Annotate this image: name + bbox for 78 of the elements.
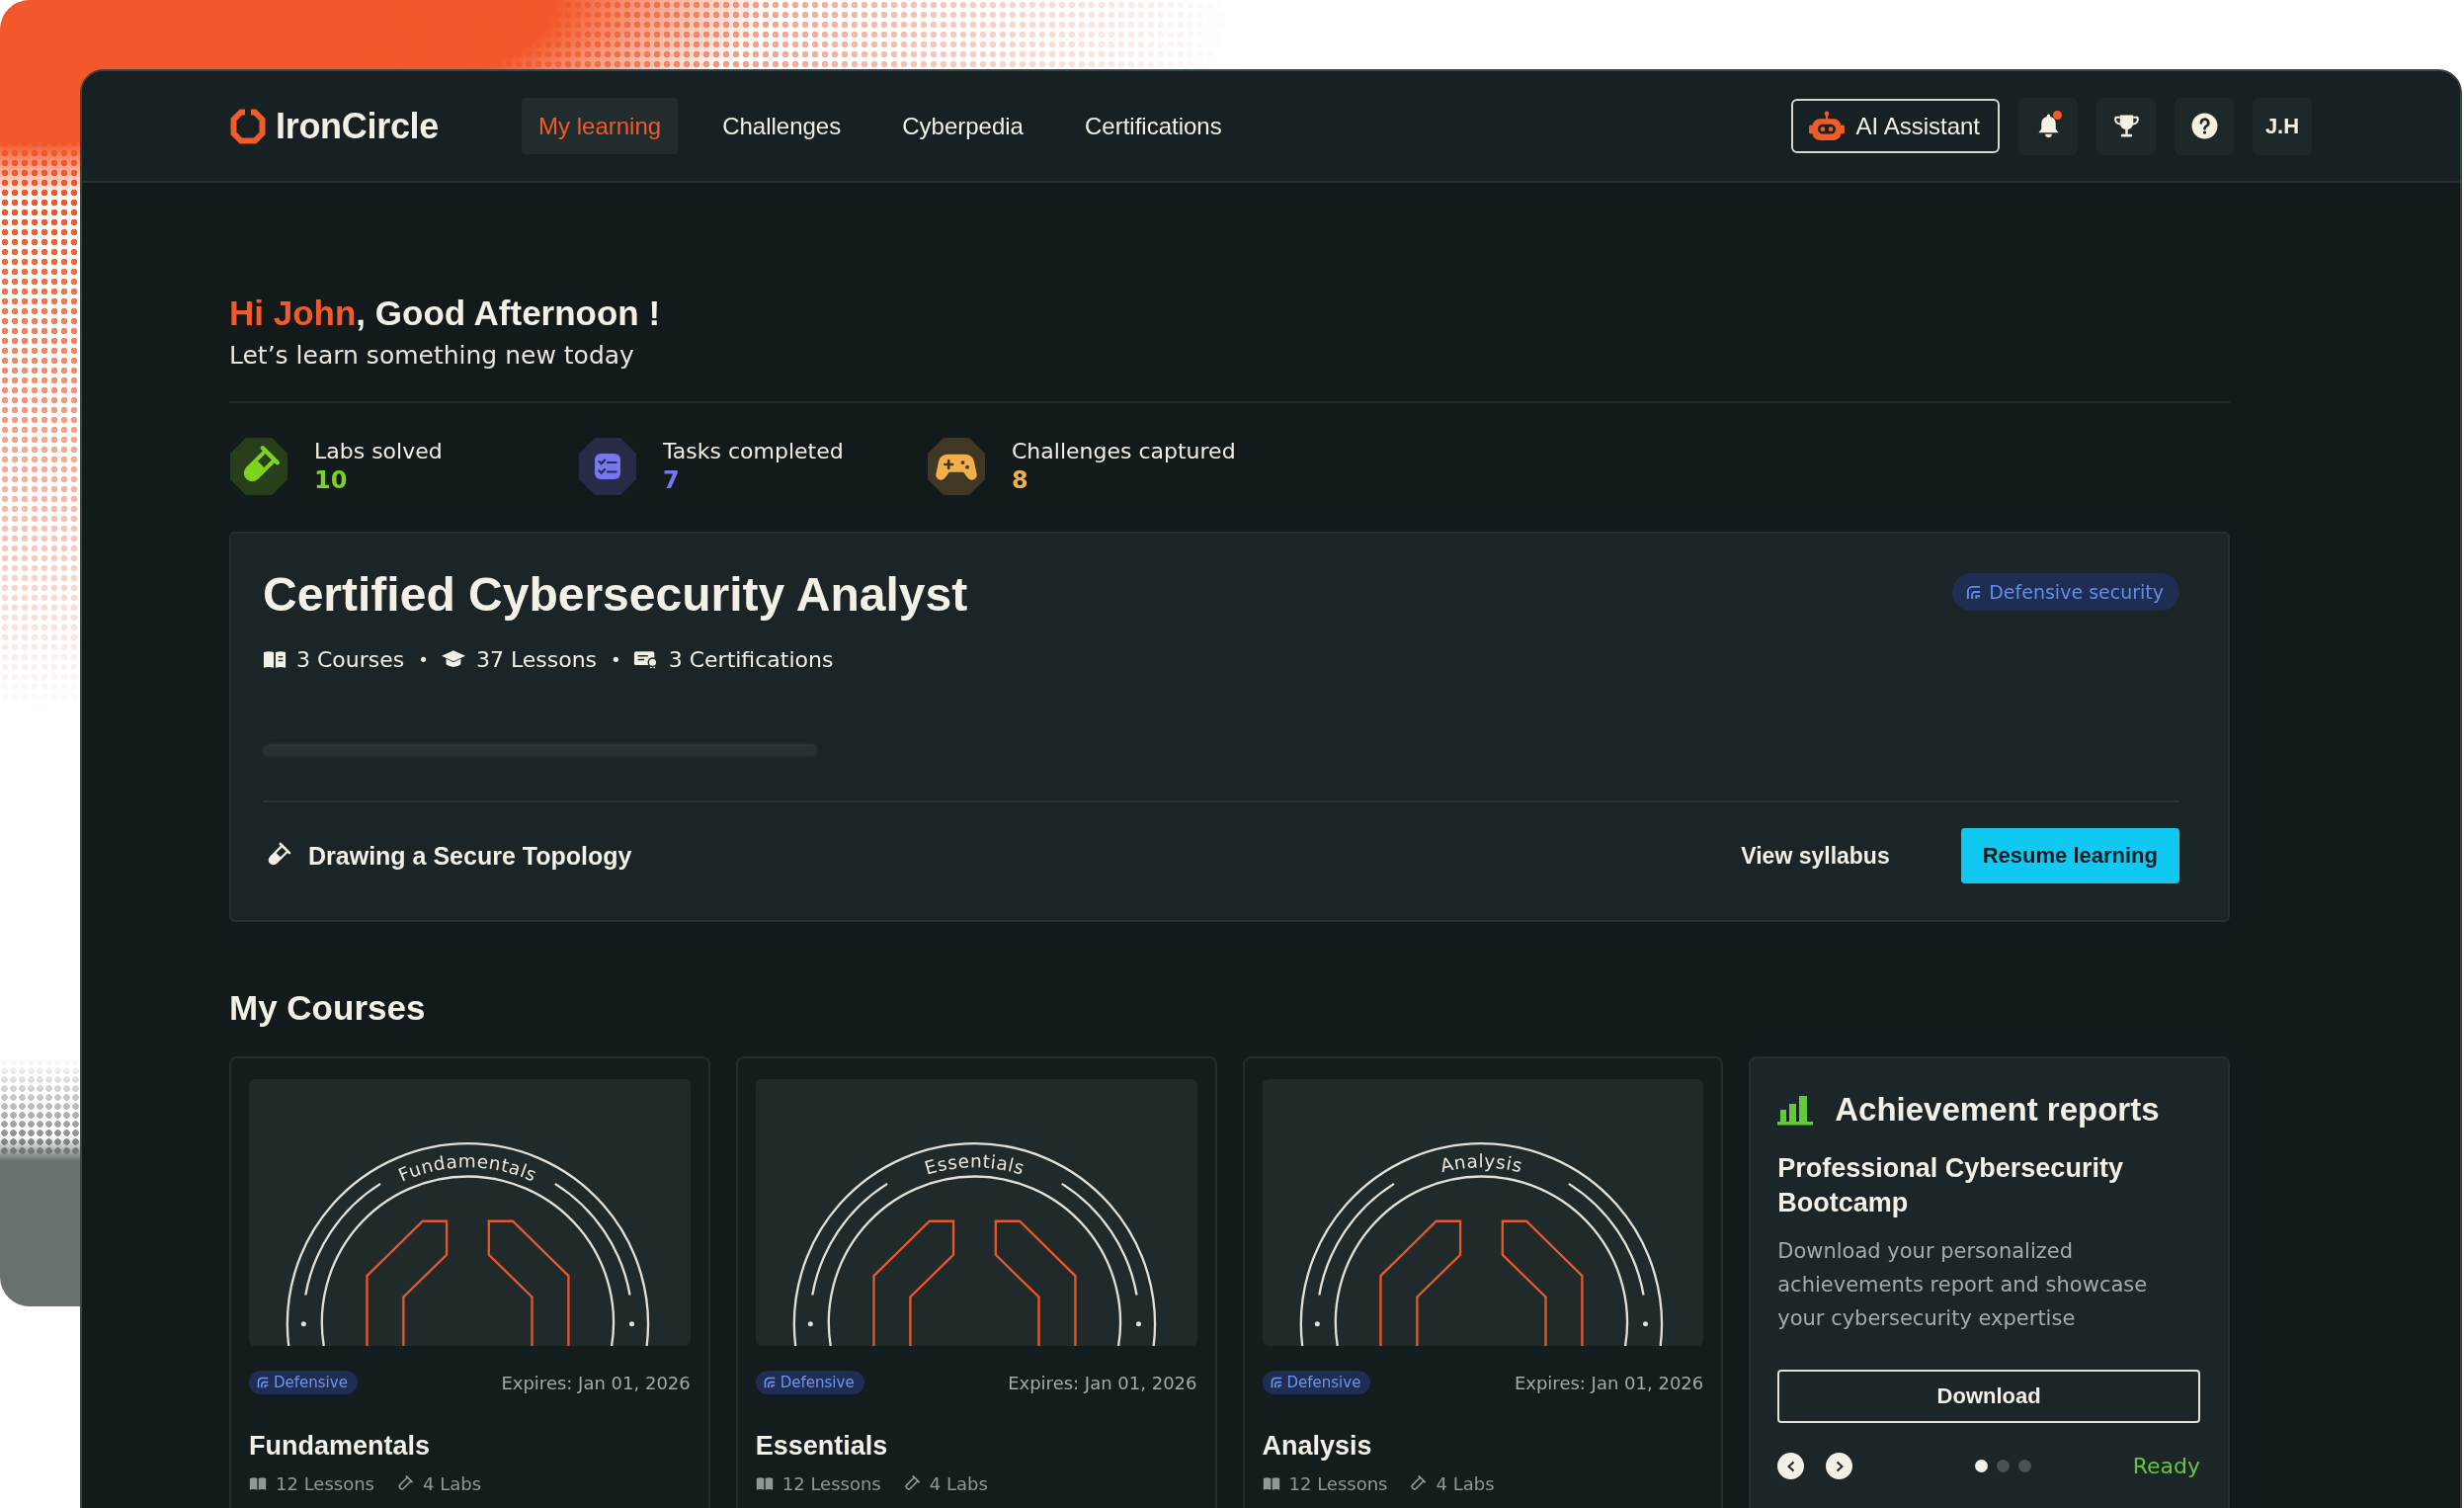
labs-count: 4 Labs: [422, 1472, 481, 1494]
open-book-icon: [263, 648, 287, 670]
course-title: Analysis: [1262, 1430, 1372, 1462]
expiry-date: Expires: Jan 01, 2026: [501, 1372, 691, 1393]
bullet-separator: •: [418, 648, 429, 670]
lessons-count: 12 Lessons: [781, 1472, 881, 1494]
stat-label: Tasks completed: [663, 437, 844, 465]
status-text: Ready: [2132, 1454, 2200, 1478]
meta-text: 37 Lessons: [475, 646, 598, 672]
help-button[interactable]: [2175, 97, 2234, 155]
certification-title: Certified Cybersecurity Analyst: [263, 567, 968, 623]
nav-tab[interactable]: Cyberpedia: [885, 98, 1040, 154]
emblem-label: Analysis: [1437, 1150, 1524, 1177]
nav-tab[interactable]: Challenges: [705, 98, 859, 154]
greeting-subtitle: Let’s learn something new today: [229, 340, 634, 372]
open-book-icon: [755, 1475, 774, 1491]
logo-icon: [229, 107, 267, 145]
labs-count: 4 Labs: [1436, 1472, 1495, 1494]
certificate-icon: [632, 648, 659, 670]
brand-name[interactable]: IronCircle: [276, 105, 440, 147]
download-button[interactable]: Download: [1777, 1370, 2200, 1423]
chevron-left-icon: [1785, 1460, 1796, 1472]
tag-label: Defensive: [1286, 1374, 1361, 1391]
notifications-button[interactable]: [2018, 97, 2078, 155]
course-title: Fundamentals: [249, 1430, 431, 1462]
open-book-icon: [1262, 1475, 1280, 1491]
expiry-date: Expires: Jan 01, 2026: [1008, 1372, 1197, 1393]
emblem-label: Essentials: [922, 1150, 1027, 1179]
tag-label: Defensive: [274, 1374, 348, 1391]
current-lesson-title: Drawing a Secure Topology: [308, 841, 632, 871]
test-tube-icon: [1408, 1473, 1428, 1493]
arc-icon: [1270, 1377, 1282, 1388]
stat-label: Labs solved: [314, 437, 443, 465]
lessons-count: 12 Lessons: [276, 1472, 374, 1494]
course-title: Essentials: [755, 1430, 888, 1462]
stat-value: 8: [1012, 464, 1028, 496]
achievements-button[interactable]: [2096, 97, 2156, 155]
nav-tab[interactable]: My learning: [522, 98, 679, 154]
chevron-right-icon: [1834, 1460, 1845, 1472]
resume-learning-button[interactable]: Resume learning: [1960, 828, 2179, 883]
report-description: Download your personalized achievements report and showcase your cybersecurity expertise: [1777, 1238, 2149, 1332]
graduation-cap-icon: [440, 648, 466, 670]
tag-label: Defensive security: [1989, 581, 2164, 603]
meta-text: 3 Certifications: [668, 646, 834, 672]
next-button[interactable]: [1826, 1453, 1853, 1479]
section-heading: My Courses: [229, 988, 426, 1028]
stat-value: 10: [314, 464, 348, 496]
bar-chart-icon: [1777, 1094, 1814, 1126]
stat-value: 7: [663, 464, 680, 496]
arc-icon: [1966, 584, 1982, 600]
arc-icon: [763, 1377, 776, 1388]
card-title: Achievement reports: [1835, 1090, 2160, 1130]
tag-label: Defensive: [780, 1374, 855, 1391]
report-title: Professional Cybersecurity Bootcamp: [1777, 1152, 2124, 1219]
bullet-separator: •: [611, 648, 621, 670]
previous-button[interactable]: [1777, 1453, 1805, 1479]
lessons-count: 12 Lessons: [1288, 1472, 1388, 1494]
meta-text: 3 Courses: [296, 646, 405, 672]
help-icon: [2190, 113, 2218, 139]
page-dot-icon[interactable]: [1975, 1460, 1989, 1472]
course-card[interactable]: Essentials Defensive Expires: Jan 01, 2026 Essentials 12 Lessons 4 Labs: [735, 1056, 1217, 1508]
open-book-icon: [249, 1475, 267, 1491]
nav-tab[interactable]: Certifications: [1067, 98, 1239, 154]
avatar-button[interactable]: J.H: [2253, 97, 2312, 155]
page-dot-icon[interactable]: [1997, 1460, 2011, 1472]
expiry-date: Expires: Jan 01, 2026: [1514, 1372, 1704, 1393]
ai-assistant-button[interactable]: AI Assistant: [1790, 99, 2000, 153]
stat-label: Challenges captured: [1012, 437, 1236, 465]
page-dot-icon[interactable]: [2018, 1460, 2032, 1472]
course-card[interactable]: Analysis Defensive Expires: Jan 01, 2026 Analysis 12 Lessons 4 Labs: [1242, 1056, 1724, 1508]
emblem-label: Fundamentals: [395, 1150, 540, 1186]
arc-icon: [257, 1377, 269, 1388]
course-card[interactable]: Fundamentals Defensive Expires: Jan 01, 2026 Fundamentals 12 Lessons 4 Labs: [229, 1056, 710, 1508]
greeting-heading: Hi John, Good Afternoon !: [229, 293, 661, 334]
trophy-icon: [2112, 113, 2140, 139]
view-syllabus-button[interactable]: View syllabus: [1741, 842, 1890, 870]
labs-count: 4 Labs: [929, 1472, 988, 1494]
robot-icon: [1808, 111, 1845, 141]
